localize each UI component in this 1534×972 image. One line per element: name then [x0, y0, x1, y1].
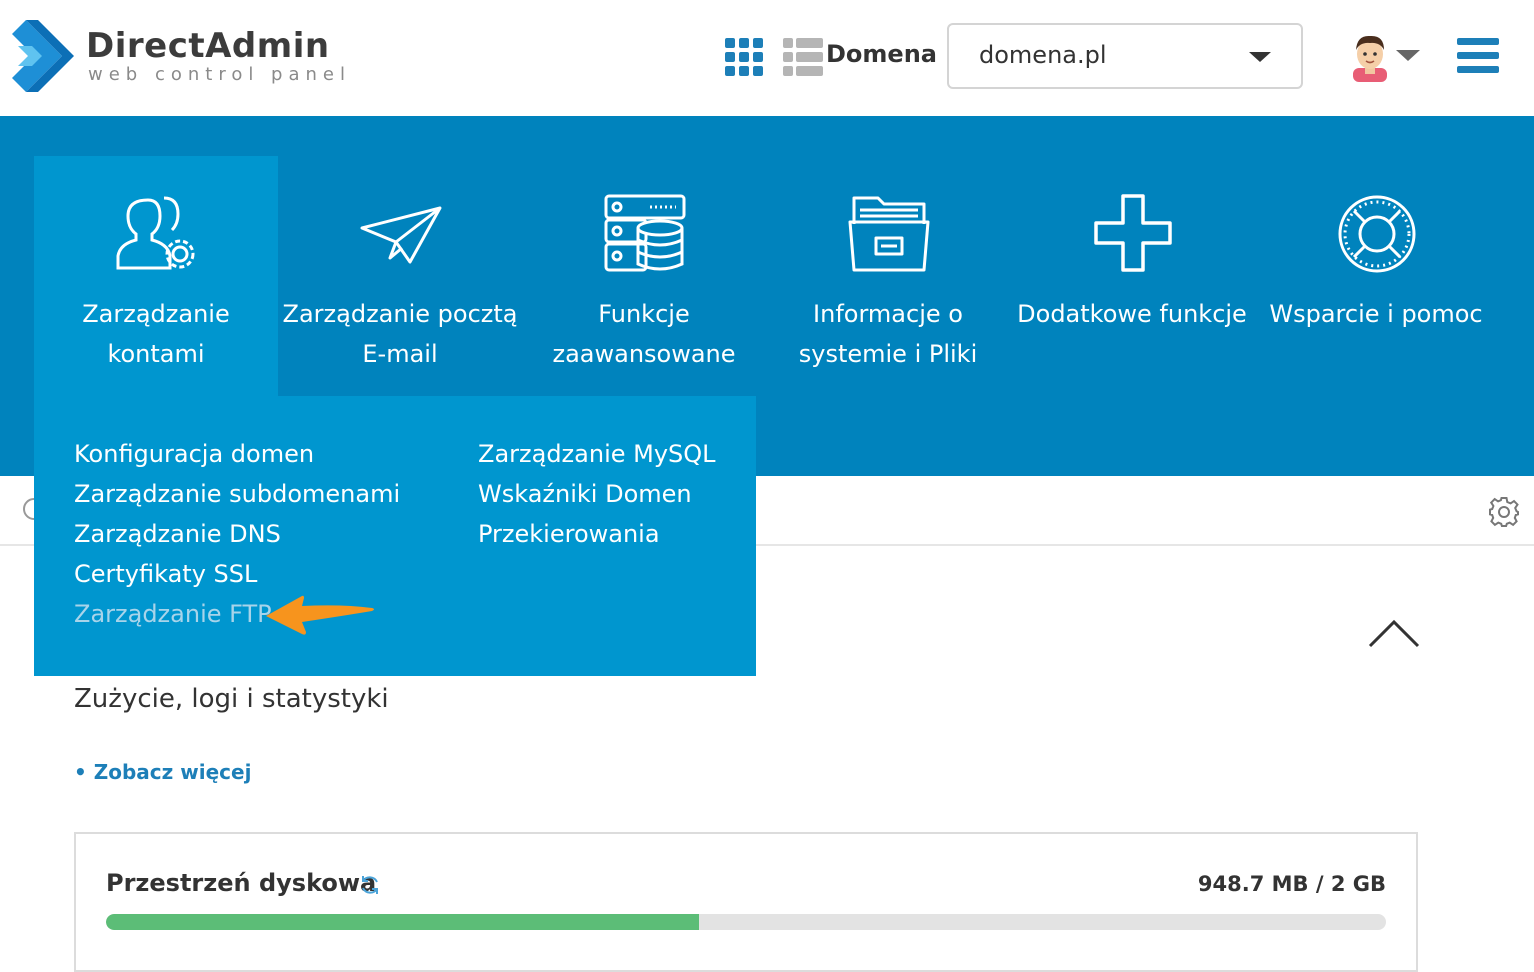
nav-item-label: Informacje o systemie i Pliki	[798, 300, 978, 368]
menu-item-domain-config[interactable]: Konfiguracja domen	[74, 440, 314, 468]
nav-item-label: Funkcje zaawansowane	[552, 300, 736, 368]
nav-item-additional-features[interactable]: Dodatkowe funkcje	[1010, 156, 1254, 396]
menu-item-ssl[interactable]: Certyfikaty SSL	[74, 560, 257, 588]
refresh-icon[interactable]	[359, 874, 381, 896]
hamburger-menu-icon[interactable]	[1457, 38, 1499, 74]
nav-item-label: Zarządzanie kontami	[82, 300, 230, 368]
disk-usage-card	[74, 832, 1418, 972]
disk-usage-value: 948.7 MB / 2 GB	[1197, 872, 1386, 896]
nav-item-label: Wsparcie i pomoc	[1269, 300, 1483, 328]
top-header: DirectAdmin web control panel Domena dom…	[0, 0, 1534, 116]
server-database-icon	[604, 194, 686, 272]
user-menu-chevron-icon[interactable]	[1396, 50, 1420, 61]
gear-icon[interactable]	[1488, 496, 1520, 528]
users-gear-icon	[116, 196, 195, 270]
nav-item-account-management[interactable]: Zarządzanie kontami	[34, 156, 278, 396]
lifebuoy-icon	[1338, 195, 1416, 273]
avatar[interactable]	[1347, 32, 1393, 82]
domain-select-value: domena.pl	[979, 41, 1107, 69]
grid-icon[interactable]	[725, 38, 763, 76]
logo-chevron-icon	[12, 20, 74, 92]
logo-name: DirectAdmin	[86, 26, 330, 66]
orange-arrow-icon	[266, 595, 374, 635]
nav-item-system-info-files[interactable]: Informacje o systemie i Pliki	[766, 156, 1010, 396]
list-icon[interactable]	[783, 38, 823, 76]
domain-label: Domena	[826, 40, 937, 68]
logo-tagline: web control panel	[88, 64, 351, 85]
menu-item-subdomains[interactable]: Zarządzanie subdomenami	[74, 480, 400, 508]
menu-item-dns[interactable]: Zarządzanie DNS	[74, 520, 281, 548]
nav-item-support-help[interactable]: Wsparcie i pomoc	[1254, 156, 1498, 396]
nav-item-advanced-features[interactable]: Funkcje zaawansowane	[522, 156, 766, 396]
menu-item-mysql[interactable]: Zarządzanie MySQL	[478, 440, 716, 468]
see-more-link[interactable]: • Zobacz więcej	[74, 760, 251, 784]
nav-item-label: Dodatkowe funkcje	[1017, 300, 1247, 328]
section-title: Zużycie, logi i statystyki	[74, 684, 389, 714]
disk-usage-progress-bar	[106, 914, 1386, 930]
directadmin-logo[interactable]: DirectAdmin web control panel	[12, 20, 345, 92]
paper-plane-icon	[360, 206, 442, 264]
domain-select[interactable]: domena.pl	[947, 23, 1303, 89]
disk-usage-progress-fill	[106, 914, 699, 930]
disk-usage-title: Przestrzeń dyskowa	[106, 869, 377, 897]
menu-item-ftp[interactable]: Zarządzanie FTP	[74, 600, 272, 628]
chevron-up-icon[interactable]	[1368, 618, 1420, 650]
nav-item-label: Zarządzanie pocztą E-mail	[282, 300, 518, 368]
menu-item-redirects[interactable]: Przekierowania	[478, 520, 660, 548]
menu-item-domain-pointers[interactable]: Wskaźniki Domen	[478, 480, 692, 508]
plus-icon	[1094, 194, 1172, 272]
nav-item-email-management[interactable]: Zarządzanie pocztą E-mail	[278, 156, 522, 396]
chevron-down-icon	[1249, 52, 1271, 62]
folder-icon	[848, 196, 930, 272]
